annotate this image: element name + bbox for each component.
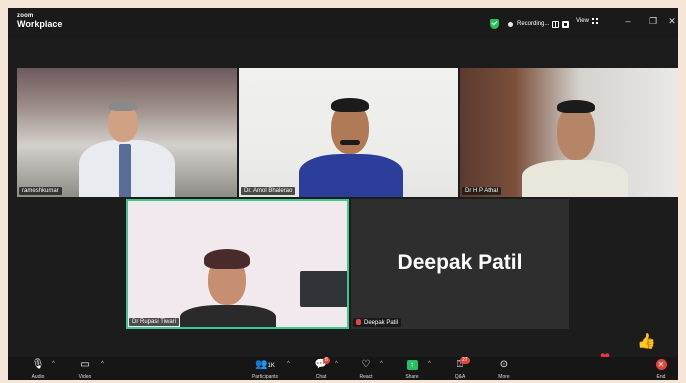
close-button[interactable]: ✕ (665, 16, 678, 27)
participant-display-name: Deepak Patil (397, 251, 523, 274)
qa-badge: 27 (460, 357, 470, 364)
shield-icon[interactable] (490, 19, 499, 29)
qa-label: Q&A (454, 374, 466, 380)
title-bar: zoom Workplace Recording... View – ❐ ✕ (8, 8, 678, 38)
participants-options-chevron-icon[interactable]: ^ (287, 361, 290, 367)
participant-name: Dr H P Athal (462, 187, 501, 195)
heart-icon: ♡ (361, 359, 371, 370)
participant-name: Dr. Amol Bhalerao (241, 187, 296, 195)
recording-label: Recording... (517, 21, 550, 27)
audio-button[interactable]: 🎙 Audio (28, 359, 48, 380)
end-icon: ✕ (655, 359, 667, 370)
end-button[interactable]: ✕ End (651, 359, 671, 380)
chat-button[interactable]: 💬 8 Chat (310, 357, 332, 380)
audio-options-chevron-icon[interactable]: ^ (52, 361, 55, 367)
share-icon: ↑ (406, 360, 418, 370)
video-options-chevron-icon[interactable]: ^ (101, 361, 104, 367)
recording-status: Recording... (490, 17, 570, 31)
more-icon: ⊙ (499, 359, 509, 370)
brand-bottom: Workplace (17, 19, 63, 29)
qa-button[interactable]: ⍰ 27 Q&A (449, 357, 471, 380)
video-tile-amol-bhalerao[interactable]: Dr. Amol Bhalerao (239, 68, 458, 197)
participants-label: Participants (251, 374, 279, 380)
participant-name: Deepak Patil (353, 318, 402, 327)
video-label: Video (78, 374, 92, 380)
zoom-window: zoom Workplace Recording... View – ❐ ✕ r… (8, 8, 678, 380)
zoom-logo: zoom Workplace (17, 13, 62, 29)
react-button[interactable]: ♡ React (354, 359, 378, 380)
thumbs-up-reaction-icon: 👍 (637, 333, 656, 350)
video-button[interactable]: ▭ Video (74, 359, 96, 380)
chat-options-chevron-icon[interactable]: ^ (335, 361, 338, 367)
react-options-chevron-icon[interactable]: ^ (380, 361, 383, 367)
mic-icon: 🎙 (31, 359, 45, 370)
video-tile-rameshkumar[interactable]: rameshkumar (17, 68, 237, 197)
video-tile-deepak-patil[interactable]: Deepak Patil Deepak Patil (351, 199, 569, 329)
view-button[interactable]: View (576, 18, 598, 24)
more-button[interactable]: ⊙ More (492, 359, 516, 380)
pause-recording-button[interactable] (552, 20, 560, 28)
participants-icon: 👥1K (255, 359, 275, 370)
participants-button[interactable]: 👥1K Participants (244, 359, 286, 380)
recording-icon (508, 21, 513, 27)
stop-recording-button[interactable] (562, 20, 570, 28)
muted-mic-icon (356, 319, 361, 325)
view-label: View (576, 18, 589, 24)
participant-name-text: Deepak Patil (364, 320, 399, 326)
more-label: More (498, 374, 510, 380)
participant-name: rameshkumar (19, 187, 62, 195)
chat-badge: 8 (323, 357, 330, 364)
camera-icon: ▭ (80, 359, 90, 370)
participant-name: Dr Rupasi Tiwari (129, 318, 180, 326)
chat-label: Chat (315, 374, 327, 380)
video-tile-h-p-athal[interactable]: Dr H P Athal (460, 68, 678, 197)
grid-icon (591, 18, 598, 24)
share-label: Share (405, 374, 419, 380)
end-label: End (656, 374, 666, 380)
share-options-chevron-icon[interactable]: ^ (428, 361, 431, 367)
maximize-button[interactable]: ❐ (646, 16, 660, 27)
participant-count: 1K (267, 363, 275, 369)
react-label: React (359, 374, 373, 380)
audio-label: Audio (31, 374, 45, 380)
meeting-toolbar: 🎙 Audio ^ ▭ Video ^ 👥1K Participants ^ 💬… (8, 357, 678, 380)
minimize-button[interactable]: – (621, 16, 635, 26)
video-tile-rupasi-tiwari[interactable]: Dr Rupasi Tiwari (126, 199, 349, 329)
share-button[interactable]: ↑ Share (401, 359, 423, 380)
